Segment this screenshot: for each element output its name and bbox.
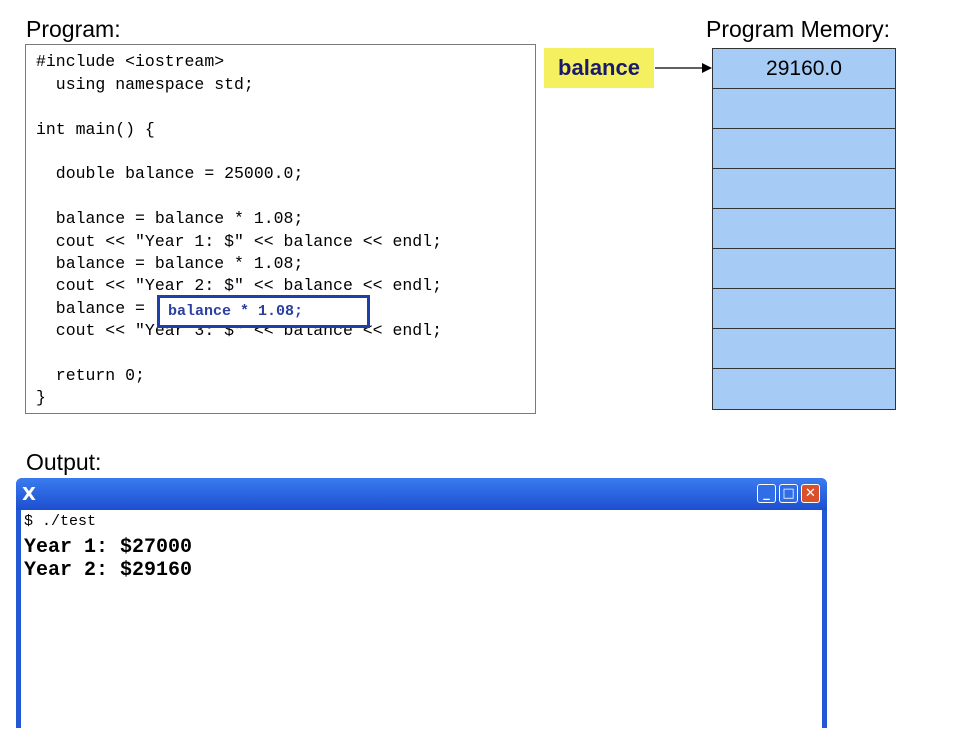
close-icon: ✕ [805, 486, 816, 501]
pointer-arrow-icon [655, 63, 712, 73]
terminal-window[interactable]: X _ □ ✕ $ ./test Year 1: $27000 Year 2: … [16, 478, 827, 740]
code-line: #include <iostream> [36, 52, 225, 71]
close-button[interactable]: ✕ [801, 484, 820, 503]
memory-cell [713, 209, 895, 249]
memory-heading: Program Memory: [706, 16, 891, 42]
memory-cell [713, 369, 895, 409]
code-line: return 0; [36, 366, 145, 385]
maximize-icon: □ [782, 486, 795, 501]
memory-cell [713, 89, 895, 129]
memory-cell [713, 289, 895, 329]
memory-cell [713, 249, 895, 289]
memory-cell: 29160.0 [713, 49, 895, 89]
memory-cell [713, 329, 895, 369]
code-line: } [36, 388, 46, 407]
output-heading: Output: [26, 449, 102, 475]
terminal-command: $ ./test [24, 513, 97, 530]
variable-label: balance [544, 48, 654, 88]
code-line: using namespace std; [36, 75, 254, 94]
code-line: balance = [36, 299, 145, 318]
highlighted-expression: balance * 1.08; [157, 295, 370, 328]
terminal-output-line: Year 2: $29160 [24, 559, 193, 582]
maximize-button[interactable]: □ [779, 484, 798, 503]
memory-stack: 29160.0 [712, 48, 896, 410]
minimize-button[interactable]: _ [757, 484, 776, 503]
program-heading: Program: [26, 16, 121, 42]
highlighted-expression-text: balance * 1.08; [168, 303, 304, 320]
terminal-titlebar[interactable]: X _ □ ✕ [16, 478, 827, 510]
minimize-icon: _ [763, 486, 770, 501]
x-window-icon: X [22, 484, 36, 505]
memory-cell [713, 169, 895, 209]
code-panel: #include <iostream> using namespace std;… [25, 44, 536, 414]
code-line: balance = balance * 1.08; [36, 209, 304, 228]
code-line: double balance = 25000.0; [36, 164, 304, 183]
terminal-output-area[interactable]: $ ./test Year 1: $27000 Year 2: $29160 [21, 510, 822, 740]
memory-cell [713, 129, 895, 169]
code-line: cout << "Year 1: $" << balance << endl; [36, 232, 442, 251]
terminal-output-line: Year 1: $27000 [24, 536, 193, 559]
code-line: balance = balance * 1.08; [36, 254, 304, 273]
code-line: cout << "Year 2: $" << balance << endl; [36, 276, 442, 295]
code-line: int main() { [36, 120, 155, 139]
